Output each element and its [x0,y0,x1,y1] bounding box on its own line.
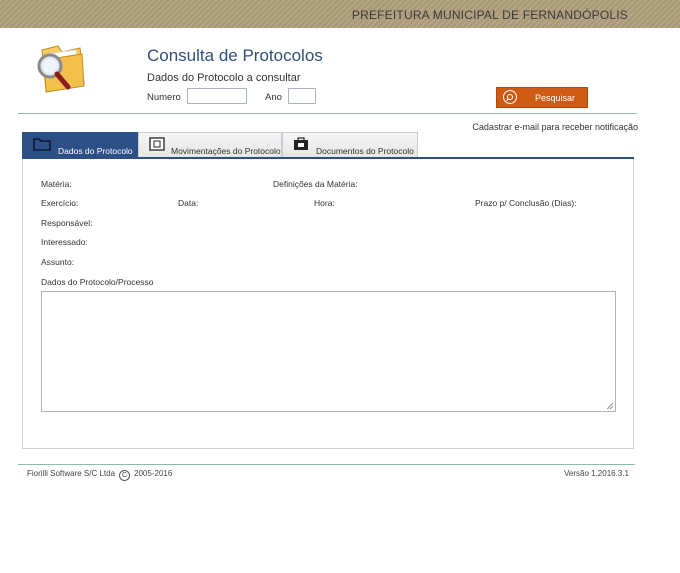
numero-input[interactable] [187,88,247,104]
folder-search-logo-icon [28,40,88,98]
interessado-label: Interessado: [41,237,88,247]
pesquisar-button[interactable]: Pesquisar [496,87,588,108]
footer-company: Fiorilli Software S/C Ltda C 2005-2016 [27,469,172,481]
search-icon [503,90,517,104]
tab-dados-do-protocolo[interactable]: Dados do Protocolo [22,132,138,157]
ano-label: Ano [265,92,282,103]
tab-label: Dados do Protocolo [58,146,133,156]
resize-grip-icon[interactable] [607,403,613,409]
ano-input[interactable] [288,88,316,104]
responsavel-label: Responsável: [41,218,93,228]
tab-documentos-do-protocolo[interactable]: Documentos do Protocolo [282,132,418,157]
briefcase-icon [293,137,309,156]
footer-version: Versão 1.2016.3.1 [564,469,629,478]
tab-label: Movimentações do Protocolo [171,146,281,156]
definicoes-label: Definições da Matéria: [273,179,358,189]
folder-icon [33,137,51,156]
pesquisar-label: Pesquisar [535,93,576,103]
exercicio-label: Exercício: [41,198,79,208]
data-label: Data: [178,198,199,208]
dados-processo-textarea[interactable] [41,291,616,412]
notify-email-link[interactable]: Cadastrar e-mail para receber notificaçã… [472,122,638,132]
page-subtitle: Dados do Protocolo a consultar [147,72,301,84]
numero-label: Numero [147,92,181,103]
footer-years: 2005-2016 [134,469,173,478]
company-name: Fiorilli Software S/C Ltda [27,469,116,478]
page-title: Consulta de Protocolos [147,46,323,65]
prazo-label: Prazo p/ Conclusão (Dias): [475,198,577,208]
assunto-label: Assunto: [41,257,75,267]
copyright-icon: C [119,470,131,481]
hora-label: Hora: [314,198,335,208]
document-icon [149,137,165,156]
dados-processo-label: Dados do Protocolo/Processo [41,277,154,287]
tab-label: Documentos do Protocolo [316,146,414,156]
org-name: PREFEITURA MUNICIPAL DE FERNANDÓPOLIS [351,8,628,22]
materia-label: Matéria: [41,179,72,189]
footer-divider [18,464,635,465]
tab-movimentacoes-do-protocolo[interactable]: Movimentações do Protocolo [138,132,282,157]
header-divider [18,113,637,114]
